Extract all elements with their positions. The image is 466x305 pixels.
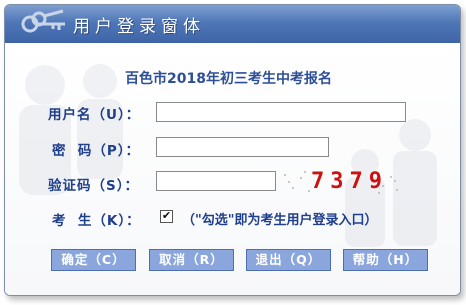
- help-button[interactable]: 帮助（H）: [343, 249, 428, 271]
- checkmark-icon: ✔: [161, 209, 172, 222]
- keys-icon: [21, 9, 65, 33]
- password-input[interactable]: [156, 137, 329, 157]
- title-bar: 用户登录窗体: [5, 5, 460, 43]
- window-title: 用户登录窗体: [73, 17, 205, 37]
- captcha-label: 验证码（S）：: [48, 178, 139, 194]
- username-input[interactable]: [156, 102, 406, 122]
- examinee-label: 考 生（K）：: [52, 213, 141, 229]
- page-heading: 百色市2018年初三考生中考报名: [125, 71, 332, 87]
- login-panel: 百色市2018年初三考生中考报名 用户名（U）： 密 码（P）： 验证码（S）：…: [5, 43, 460, 295]
- captcha-code: 7379: [311, 169, 388, 194]
- password-label: 密 码（P）：: [52, 143, 141, 159]
- confirm-button[interactable]: 确定（C）: [51, 249, 136, 271]
- cancel-button[interactable]: 取消（R）: [149, 249, 234, 271]
- captcha-input[interactable]: [156, 171, 276, 191]
- login-window: 用户登录窗体 百色市2018年初三考生中考报名 用户名（U）： 密 码（P）： …: [4, 4, 461, 296]
- examinee-hint: （"勾选"即为考生用户登录入口）: [182, 213, 378, 228]
- examinee-checkbox[interactable]: ✔: [160, 210, 173, 223]
- exit-button[interactable]: 退出（Q）: [246, 249, 331, 271]
- username-label: 用户名（U）：: [48, 107, 141, 123]
- captcha-image[interactable]: 7379: [279, 169, 401, 195]
